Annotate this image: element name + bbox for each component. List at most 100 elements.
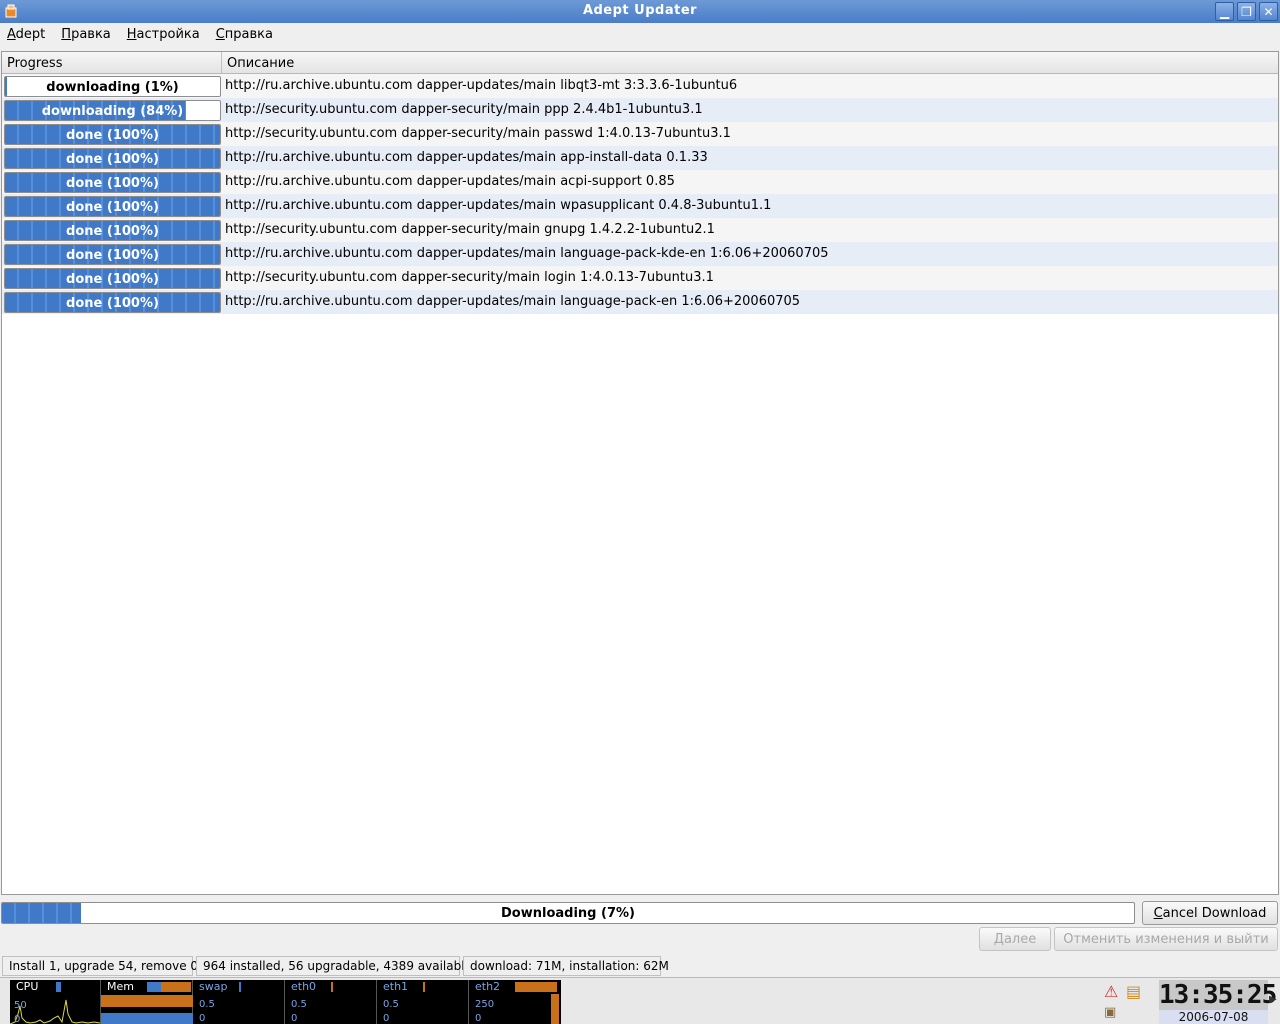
clock[interactable]: 13:35:25: [1159, 980, 1277, 1010]
table-body: downloading (1%) http://ru.archive.ubuntu…: [2, 74, 1278, 314]
row-description: http://ru.archive.ubuntu.com dapper-upda…: [225, 246, 829, 261]
download-progress-bar: Downloading (7%): [1, 902, 1135, 924]
discard-and-exit-button[interactable]: Отменить изменения и выйти: [1054, 927, 1278, 951]
status-counts: 964 installed, 56 upgradable, 4389 avail…: [196, 956, 472, 976]
download-progress-label: Downloading (7%): [501, 906, 635, 921]
table-row[interactable]: done (100%) http://ru.archive.ubuntu.com …: [2, 146, 1278, 170]
minimize-icon[interactable]: ▁: [1215, 2, 1234, 21]
system-monitor[interactable]: CPU 50 0 Mem swap 0.5 0 eth0 0.5 0 eth1 …: [10, 980, 561, 1024]
row-progress-bar: done (100%): [4, 124, 221, 145]
menu-bar: Adept Правка Настройка Справка: [0, 23, 1280, 48]
folder-icon[interactable]: ▤: [1126, 982, 1141, 1001]
cpu-monitor: CPU 50 0: [10, 980, 101, 1024]
column-header-progress[interactable]: Progress: [2, 52, 222, 73]
row-progress-label: downloading (84%): [41, 104, 184, 119]
row-progress-bar: downloading (1%): [4, 76, 221, 97]
menu-adept-accel: A: [7, 27, 16, 42]
menu-edit[interactable]: Правка: [54, 23, 119, 48]
row-progress-bar: downloading (84%): [4, 100, 221, 121]
row-description: http://security.ubuntu.com dapper-securi…: [225, 126, 731, 141]
table-row[interactable]: done (100%) http://security.ubuntu.com da…: [2, 218, 1278, 242]
row-description: http://security.ubuntu.com dapper-securi…: [225, 102, 703, 117]
warning-icon[interactable]: ⚠: [1104, 982, 1118, 1001]
table-row[interactable]: downloading (84%) http://security.ubuntu.…: [2, 98, 1278, 122]
row-progress-label: done (100%): [66, 128, 159, 143]
menu-adept-label: dept: [15, 27, 46, 42]
eth1-monitor-bottom-tick: 0: [383, 1013, 390, 1024]
table-row[interactable]: done (100%) http://ru.archive.ubuntu.com …: [2, 170, 1278, 194]
table-header: Progress Описание: [2, 52, 1278, 74]
row-description: http://ru.archive.ubuntu.com dapper-upda…: [225, 198, 772, 213]
menu-adept[interactable]: Adept: [0, 23, 54, 48]
mem-monitor-label: Mem: [107, 980, 134, 993]
swap-monitor-label: swap: [199, 980, 228, 993]
next-button[interactable]: Далее: [979, 927, 1051, 951]
row-progress-bar: done (100%): [4, 220, 221, 241]
table-row[interactable]: done (100%) http://ru.archive.ubuntu.com …: [2, 194, 1278, 218]
cpu-monitor-top-tick: 50: [14, 1000, 27, 1011]
eth2-monitor: eth2 250 0: [469, 980, 561, 1024]
menu-settings-accel: Н: [126, 27, 137, 42]
cancel-download-label: ancel Download: [1162, 906, 1267, 921]
date-display[interactable]: 2006-07-08: [1159, 1010, 1268, 1024]
menu-settings[interactable]: Настройка: [120, 23, 209, 48]
eth1-monitor-top-tick: 0.5: [383, 999, 399, 1010]
row-progress-label: done (100%): [66, 296, 159, 311]
row-progress-bar: done (100%): [4, 172, 221, 193]
row-progress-label: done (100%): [66, 152, 159, 167]
package-table[interactable]: Progress Описание downloading (1%) http:/…: [1, 51, 1279, 895]
menu-help-label: правка: [224, 27, 273, 42]
menu-help-accel: С: [215, 27, 225, 42]
eth2-monitor-label: eth2: [475, 980, 501, 993]
eth1-monitor-label: eth1: [383, 980, 409, 993]
row-progress-bar: done (100%): [4, 268, 221, 289]
row-description: http://ru.archive.ubuntu.com dapper-upda…: [225, 150, 708, 165]
menu-edit-accel: П: [61, 27, 72, 42]
cancel-download-button[interactable]: Cancel Download: [1142, 901, 1278, 925]
row-progress-bar: done (100%): [4, 292, 221, 313]
row-progress-bar: done (100%): [4, 148, 221, 169]
swap-monitor: swap 0.5 0: [193, 980, 285, 1024]
status-changes: Install 1, upgrade 54, remove 0: [2, 956, 198, 976]
row-description: http://ru.archive.ubuntu.com dapper-upda…: [225, 294, 801, 309]
table-row[interactable]: done (100%) http://security.ubuntu.com da…: [2, 122, 1278, 146]
mem-monitor: Mem: [101, 980, 193, 1024]
row-description: http://security.ubuntu.com dapper-securi…: [225, 222, 715, 237]
status-sizes: download: 71M, installation: 62M: [463, 956, 669, 976]
menu-edit-label: равка: [71, 27, 111, 42]
table-row[interactable]: downloading (1%) http://ru.archive.ubuntu…: [2, 74, 1278, 98]
table-row[interactable]: done (100%) http://security.ubuntu.com da…: [2, 266, 1278, 290]
panel-arrow-icon[interactable]: ▶: [1269, 994, 1277, 1005]
eth0-monitor-bottom-tick: 0: [291, 1013, 298, 1024]
table-row[interactable]: done (100%) http://ru.archive.ubuntu.com …: [2, 290, 1278, 314]
eth2-monitor-bottom-tick: 0: [475, 1013, 482, 1024]
menu-help[interactable]: Справка: [209, 23, 282, 48]
maximize-icon[interactable]: ❐: [1237, 2, 1256, 21]
table-row[interactable]: done (100%) http://ru.archive.ubuntu.com …: [2, 242, 1278, 266]
menu-settings-label: астройка: [136, 27, 200, 42]
column-header-description[interactable]: Описание: [222, 52, 1278, 73]
row-progress-bar: done (100%): [4, 244, 221, 265]
title-bar[interactable]: Adept Updater ▁ ❐ ✕: [0, 0, 1280, 23]
eth0-monitor-label: eth0: [291, 980, 317, 993]
row-progress-bar: done (100%): [4, 196, 221, 217]
row-progress-label: done (100%): [66, 248, 159, 263]
row-description: http://security.ubuntu.com dapper-securi…: [225, 270, 714, 285]
window-title: Adept Updater: [582, 3, 698, 18]
row-progress-label: done (100%): [66, 224, 159, 239]
row-progress-label: done (100%): [66, 272, 159, 287]
eth0-monitor: eth0 0.5 0: [285, 980, 377, 1024]
row-description: http://ru.archive.ubuntu.com dapper-upda…: [225, 78, 738, 93]
klipper-icon[interactable]: ▣: [1104, 1005, 1116, 1020]
swap-monitor-bottom-tick: 0: [199, 1013, 206, 1024]
swap-monitor-top-tick: 0.5: [199, 999, 215, 1010]
row-progress-label: done (100%): [66, 200, 159, 215]
taskbar-panel: CPU 50 0 Mem swap 0.5 0 eth0 0.5 0 eth1 …: [0, 977, 1280, 1024]
row-progress-label: done (100%): [66, 176, 159, 191]
cpu-monitor-bottom-tick: 0: [14, 1014, 21, 1024]
eth1-monitor: eth1 0.5 0: [377, 980, 469, 1024]
close-icon[interactable]: ✕: [1259, 2, 1278, 21]
eth0-monitor-top-tick: 0.5: [291, 999, 307, 1010]
cancel-download-accel: C: [1153, 906, 1163, 921]
row-progress-label: downloading (1%): [46, 80, 179, 95]
